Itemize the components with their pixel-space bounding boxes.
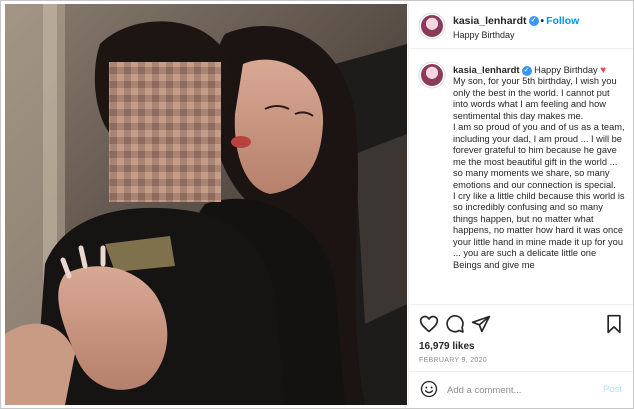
caption-lead: Happy Birthday [534,65,598,75]
post-side-panel: kasia_lenhardt ✓ • Follow Happy Birthday ka… [408,4,633,406]
likes-count[interactable]: 16,979 likes [419,341,475,352]
post-photo[interactable] [5,4,407,405]
post-location[interactable]: Happy Birthday [453,30,515,40]
follow-button[interactable]: Follow [546,15,579,27]
instagram-post-window: kasia_lenhardt ✓ • Follow Happy Birthday ka… [0,0,634,409]
caption-paragraph-3: I cry like a little child because this w… [453,190,625,270]
caption-avatar[interactable] [421,64,443,86]
header-username[interactable]: kasia_lenhardt ✓ • Follow [453,15,579,27]
verified-icon: ✓ [521,65,532,76]
comment-bar: Post [409,371,633,406]
heart-icon[interactable] [419,314,439,334]
post-header: kasia_lenhardt ✓ • Follow Happy Birthday [409,4,633,49]
username-text[interactable]: kasia_lenhardt [453,15,527,27]
post-comment-button[interactable]: Post [603,384,622,395]
comment-input[interactable] [445,380,599,400]
photo-illustration [5,4,407,405]
post-date[interactable]: FEBRUARY 9, 2020 [419,357,487,364]
separator-dot: • [540,16,545,27]
avatar[interactable] [421,15,443,37]
red-heart-emoji-icon: ♥ [600,65,607,76]
bookmark-icon[interactable] [604,314,624,334]
caption-section: kasia_lenhardt ✓ Happy Birthday ♥ My son,… [409,56,633,304]
verified-icon: ✓ [528,16,539,27]
caption-paragraph-1: My son, for your 5th birthday, I wish yo… [453,76,617,121]
share-icon[interactable] [471,314,491,334]
comment-icon[interactable] [445,314,465,334]
caption-paragraph-2: I am so proud of you and of us as a team… [453,122,625,190]
emoji-icon[interactable] [420,380,438,398]
caption-username[interactable]: kasia_lenhardt [453,65,520,76]
caption-text: kasia_lenhardt ✓ Happy Birthday ♥ My son,… [453,65,625,271]
